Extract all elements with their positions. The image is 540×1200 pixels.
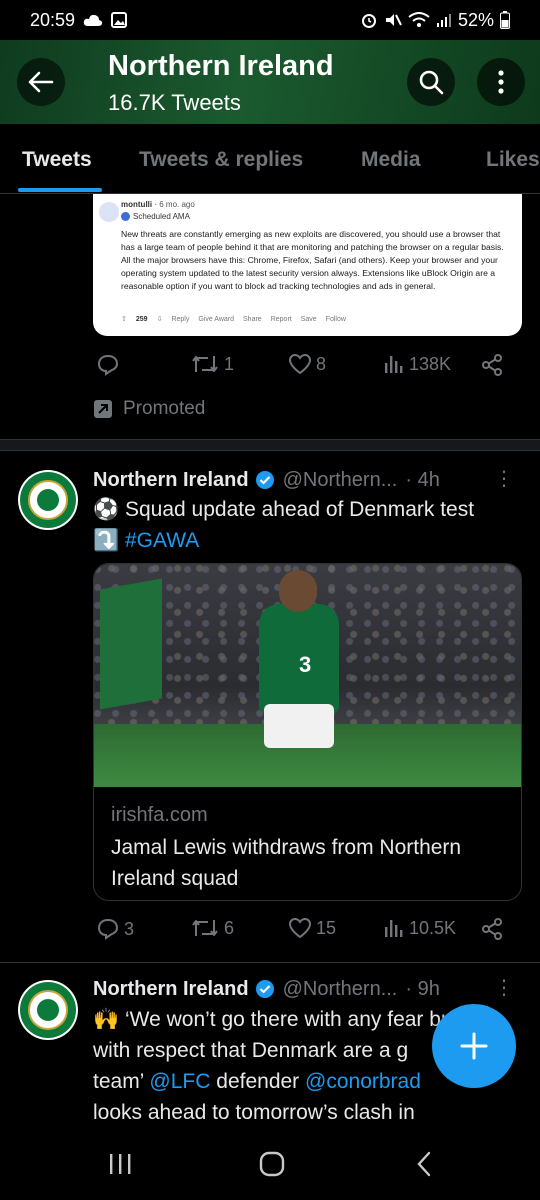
tweet-count: 16.7K Tweets: [108, 90, 241, 115]
section-divider: [0, 439, 540, 451]
tweet-time: · 9h: [405, 977, 440, 1000]
tab-tweets-replies[interactable]: Tweets & replies: [139, 148, 303, 172]
retweet-button[interactable]: 6: [190, 917, 234, 939]
views-icon: [385, 920, 403, 937]
embed-tag: Scheduled AMA: [121, 212, 190, 221]
tweet-header: Northern Ireland @Northern... · 4h: [93, 465, 523, 495]
tweet-text: ⚽ Squad update ahead of Denmark test ⤵️ …: [93, 498, 475, 552]
author-handle: @Northern...: [282, 977, 398, 1000]
avatar[interactable]: [18, 980, 78, 1040]
recent-apps-icon: [110, 1154, 131, 1174]
downvote-icon: ⇩: [156, 316, 163, 323]
compose-tweet-button[interactable]: [432, 1004, 516, 1088]
embed-avatar: [99, 202, 119, 222]
avatar[interactable]: [18, 470, 78, 530]
mention-link[interactable]: @conorbrad: [305, 1070, 421, 1093]
hashtag-link[interactable]: #GAWA: [125, 529, 199, 552]
recent-apps-button[interactable]: [100, 1148, 140, 1180]
views-icon: [385, 356, 403, 373]
promoted-icon: [94, 400, 112, 418]
status-time: 20:59: [30, 9, 76, 30]
back-nav-button[interactable]: [404, 1148, 444, 1180]
search-button[interactable]: [407, 58, 455, 106]
promoted-media-image[interactable]: montulli · 6 mo. ago Scheduled AMA New t…: [93, 194, 522, 336]
tab-likes[interactable]: Likes: [486, 148, 540, 172]
share-button[interactable]: [480, 917, 504, 941]
share-icon: [482, 354, 502, 376]
hands-emoji: 🙌: [93, 1008, 120, 1031]
tweet-action-bar: 1 8 138K: [93, 353, 513, 383]
tweet-header: Northern Ireland @Northern... · 9h: [93, 974, 523, 1004]
battery-percent: 52%: [457, 9, 494, 30]
like-button[interactable]: 8: [288, 353, 326, 375]
tweet-divider: [0, 962, 540, 963]
system-nav-bar: [0, 1128, 540, 1200]
card-domain: irishfa.com: [111, 804, 208, 826]
heart-icon: [288, 917, 312, 939]
verified-badge-icon: [255, 980, 274, 998]
cloud-icon: [83, 14, 103, 26]
share-button[interactable]: [480, 353, 504, 377]
heart-icon: [288, 353, 312, 375]
embed-actions: ⇧ 259 ⇩ Reply Give Award Share Report Save…: [121, 315, 346, 324]
reply-button[interactable]: [96, 353, 124, 377]
signal-icon: [436, 14, 451, 27]
card-image: 3: [94, 564, 521, 787]
home-icon: [259, 1151, 285, 1177]
more-button[interactable]: [477, 58, 525, 106]
back-button[interactable]: [17, 58, 65, 106]
views-button[interactable]: 138K: [383, 353, 451, 375]
page-title: Northern Ireland: [108, 50, 334, 82]
battery-icon: [500, 11, 510, 29]
back-arrow-icon: [28, 71, 54, 93]
link-card[interactable]: 3 irishfa.com Jamal Lewis withdraws from…: [93, 563, 522, 901]
embed-username: montulli · 6 mo. ago: [121, 200, 195, 209]
gallery-icon: [111, 12, 128, 28]
plus-icon: [460, 1032, 488, 1060]
promoted-label: Promoted: [93, 398, 205, 420]
views-button[interactable]: 10.5K: [383, 917, 456, 939]
embed-body-text: New threats are constantly emerging as n…: [121, 229, 504, 291]
author-handle: @Northern...: [282, 468, 398, 491]
tweet-more-icon[interactable]: ⋮: [494, 466, 514, 491]
shirt-number: 3: [299, 652, 312, 677]
retweet-icon: [192, 356, 218, 372]
reply-button[interactable]: 3: [96, 917, 134, 941]
verified-badge-icon: [255, 471, 274, 489]
retweet-icon: [192, 920, 218, 936]
mute-icon: [385, 14, 402, 26]
share-icon: [482, 918, 502, 940]
profile-header: Northern Ireland 16.7K Tweets: [0, 40, 540, 124]
tweet-action-bar: 3 6 15 10.5K: [93, 917, 513, 947]
ama-badge-icon: [121, 212, 130, 221]
status-bar: 20:59 52%: [0, 0, 540, 40]
home-button[interactable]: [252, 1148, 292, 1180]
mention-link[interactable]: @LFC: [149, 1070, 210, 1093]
upvote-icon: ⇧: [121, 316, 127, 323]
tweet-time: · 4h: [405, 468, 440, 491]
search-icon: [419, 70, 444, 95]
back-icon: [417, 1151, 431, 1177]
like-button[interactable]: 15: [288, 917, 336, 939]
tab-media[interactable]: Media: [361, 148, 421, 172]
active-tab-indicator: [18, 188, 102, 192]
author-name[interactable]: Northern Ireland: [93, 978, 249, 1001]
author-name[interactable]: Northern Ireland: [93, 469, 249, 492]
profile-tabs: Tweets Tweets & replies Media Likes: [0, 124, 540, 194]
alarm-icon: [361, 14, 376, 28]
reply-icon: [97, 918, 119, 940]
tab-tweets[interactable]: Tweets: [22, 148, 92, 172]
arrow-emoji: ⤵️: [93, 529, 120, 552]
card-title: Jamal Lewis withdraws from Northern Irel…: [111, 836, 462, 890]
tweet-more-icon[interactable]: ⋮: [494, 975, 514, 1000]
more-vertical-icon: [498, 70, 504, 94]
wifi-icon: [408, 12, 430, 27]
reply-icon: [97, 354, 119, 376]
retweet-button[interactable]: 1: [190, 353, 234, 375]
